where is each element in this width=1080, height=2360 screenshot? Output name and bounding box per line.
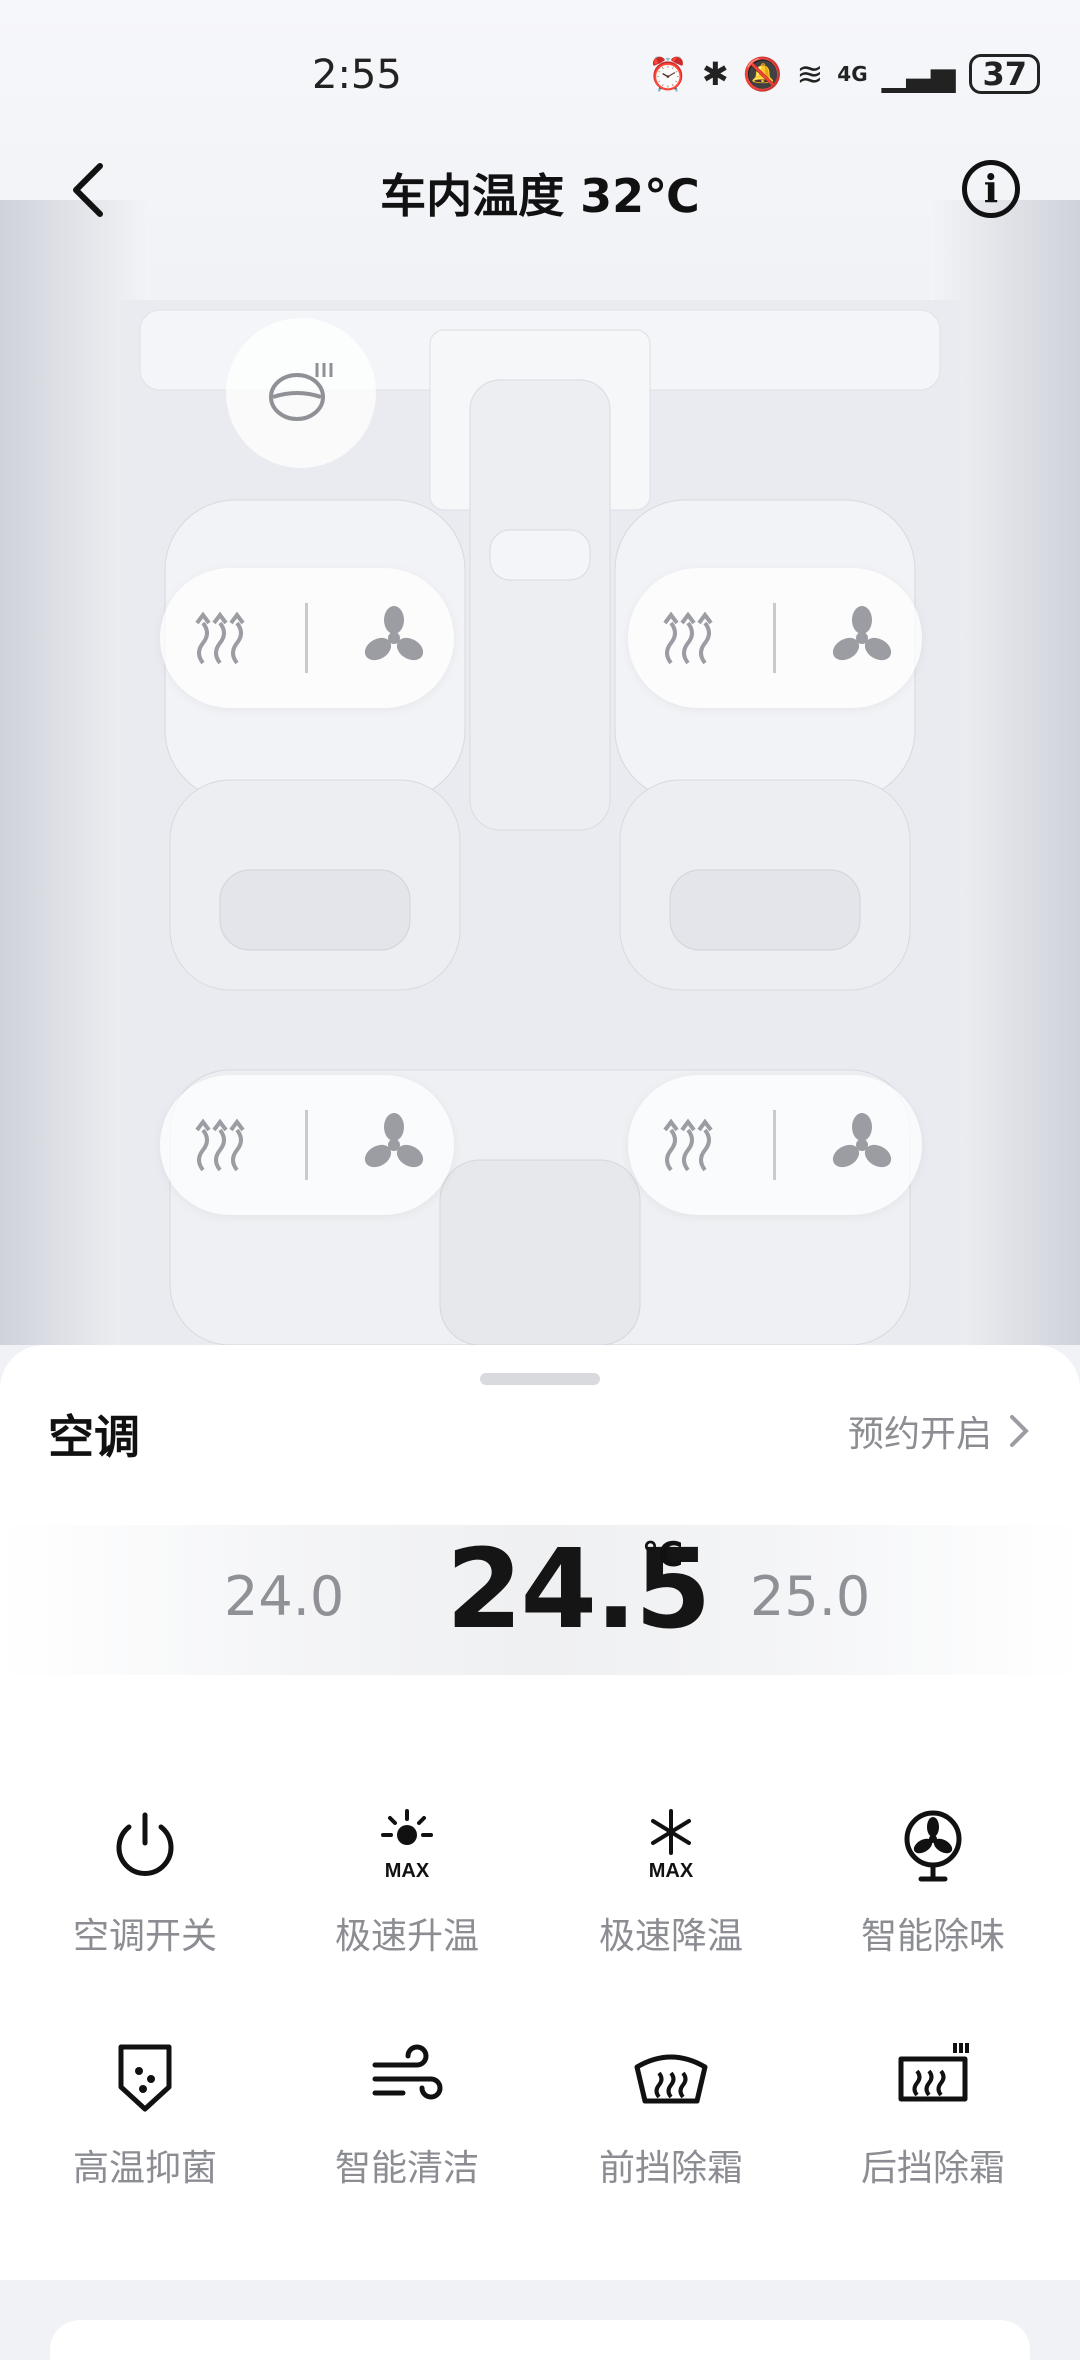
front-defrost-button[interactable]: 前挡除霜 xyxy=(536,2037,806,2217)
snowflake-max-icon: MAX xyxy=(649,1809,694,1882)
status-icons: ⏰ ✱ 🔕 ≋ 4G ▁▃▅ 37 xyxy=(648,54,1040,94)
next-card xyxy=(50,2320,1030,2360)
seat-fan-icon[interactable] xyxy=(359,603,429,673)
control-label: 极速升温 xyxy=(334,1916,479,1957)
temp-option-higher[interactable]: 25.0 xyxy=(750,1565,870,1628)
control-label: 高温抑菌 xyxy=(72,2148,217,2189)
seat-rear-left-controls xyxy=(160,1075,454,1215)
control-label: 智能清洁 xyxy=(334,2148,479,2189)
fan-icon xyxy=(904,1810,962,1882)
chevron-right-icon xyxy=(1010,1415,1029,1447)
rear-defrost-icon xyxy=(898,2043,969,2102)
ac-title: 空调 xyxy=(48,1410,140,1464)
battery-indicator: 37 xyxy=(969,54,1040,94)
drag-handle[interactable] xyxy=(480,1373,600,1385)
seat-fan-icon[interactable] xyxy=(827,1110,897,1180)
sun-max-icon: MAX xyxy=(381,1809,433,1882)
control-label: 后挡除霜 xyxy=(860,2148,1005,2189)
car-interior-view: 2:55 ⏰ ✱ 🔕 ≋ 4G ▁▃▅ 37 车内温度 32℃ i xyxy=(0,0,1080,1345)
seat-front-left-controls xyxy=(160,568,454,708)
alarm-icon: ⏰ xyxy=(647,55,688,93)
smart-clean-button[interactable]: 智能清洁 xyxy=(272,2037,542,2217)
divider xyxy=(305,603,309,673)
sterilize-button[interactable]: 高温抑菌 xyxy=(10,2037,280,2217)
bluetooth-icon: ✱ xyxy=(701,55,729,93)
rear-defrost-button[interactable]: 后挡除霜 xyxy=(798,2037,1068,2217)
ac-power-button[interactable]: 空调开关 xyxy=(10,1805,280,1985)
control-label: 空调开关 xyxy=(72,1916,217,1957)
temperature-selector[interactable]: 24.0 24.5 ℃ 25.0 xyxy=(0,1525,1080,1675)
divider xyxy=(773,1110,777,1180)
temp-option-lower[interactable]: 24.0 xyxy=(224,1565,344,1628)
seat-fan-icon[interactable] xyxy=(827,603,897,673)
temp-unit: ℃ xyxy=(642,1535,684,1575)
max-badge: MAX xyxy=(649,1860,694,1882)
wifi-icon: ≋ xyxy=(796,55,824,93)
header: 车内温度 32℃ i xyxy=(0,140,1080,240)
signal-icon: ▁▃▅ xyxy=(881,55,956,93)
seat-heat-icon[interactable] xyxy=(185,1110,255,1180)
schedule-button[interactable]: 预约开启 xyxy=(848,1405,1030,1457)
ac-panel: 空调 预约开启 24.0 24.5 ℃ 25.0 空调开关 MAX 极速升温 M… xyxy=(0,1345,1080,2340)
signal-label: 4G xyxy=(837,62,868,86)
info-icon[interactable]: i xyxy=(962,160,1020,218)
power-icon xyxy=(116,1812,174,1876)
seat-rear-right-controls xyxy=(628,1075,922,1215)
deodorize-button[interactable]: 智能除味 xyxy=(798,1805,1068,1985)
seat-front-right-controls xyxy=(628,568,922,708)
seat-fan-icon[interactable] xyxy=(359,1110,429,1180)
seat-heat-icon[interactable] xyxy=(185,603,255,673)
fast-heat-button[interactable]: MAX 极速升温 xyxy=(272,1805,542,1985)
status-bar: 2:55 ⏰ ✱ 🔕 ≋ 4G ▁▃▅ 37 xyxy=(0,40,1080,120)
seat-heat-icon[interactable] xyxy=(653,603,723,673)
page-title: 车内温度 32℃ xyxy=(380,169,700,223)
wind-icon xyxy=(372,2044,443,2100)
control-label: 极速降温 xyxy=(598,1916,743,1957)
steering-wheel-heat-button[interactable] xyxy=(226,318,376,468)
control-label: 智能除味 xyxy=(860,1916,1005,1957)
steering-heat-icon xyxy=(269,363,333,421)
schedule-label: 预约开启 xyxy=(847,1414,992,1455)
divider xyxy=(305,1110,309,1180)
fast-cool-button[interactable]: MAX 极速降温 xyxy=(536,1805,806,1985)
front-defrost-icon xyxy=(634,2054,708,2104)
status-time: 2:55 xyxy=(312,52,402,98)
control-label: 前挡除霜 xyxy=(598,2148,743,2189)
divider xyxy=(773,603,777,673)
seat-heat-icon[interactable] xyxy=(653,1110,723,1180)
max-badge: MAX xyxy=(385,1860,430,1882)
mute-icon: 🔕 xyxy=(742,55,783,93)
shield-icon xyxy=(118,2044,172,2112)
